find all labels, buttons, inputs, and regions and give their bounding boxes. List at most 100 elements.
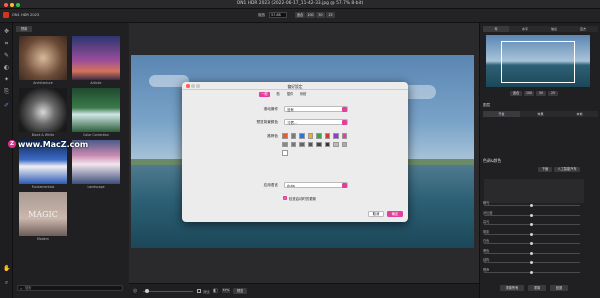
zoom-50-button[interactable]: 50: [316, 12, 325, 18]
compare-checkbox[interactable]: [197, 289, 201, 293]
color-swatch[interactable]: [341, 141, 347, 147]
zoom-25-button[interactable]: 25: [326, 12, 335, 18]
preset-search-field[interactable]: ⌕ 搜索: [17, 285, 123, 291]
color-swatch[interactable]: [299, 141, 305, 147]
ok-button[interactable]: 确定: [387, 211, 403, 217]
tab-local[interactable]: 本地: [561, 111, 598, 117]
hand-tool-icon[interactable]: ✋: [3, 265, 10, 272]
cancel-button[interactable]: 取消: [368, 211, 384, 217]
tone-curve-box[interactable]: [484, 179, 584, 203]
gradient-tool-icon[interactable]: ◐: [3, 64, 10, 71]
reset-all-button[interactable]: 重置所有: [500, 285, 524, 291]
adjustment-slider[interactable]: [484, 204, 580, 207]
slider-knob[interactable]: [530, 213, 533, 217]
language-value: Auto: [287, 184, 295, 188]
preview-bg-value: 习惯...: [287, 121, 298, 125]
split-view-icon[interactable]: ◧: [213, 288, 218, 294]
tab-plugins[interactable]: 插件: [285, 92, 295, 97]
slider-knob[interactable]: [530, 242, 533, 245]
nav-fit-button[interactable]: 适合: [510, 91, 522, 96]
nav-100-button[interactable]: 100: [524, 91, 534, 96]
preset-thumb-architecture[interactable]: [19, 36, 67, 80]
scroll-action-select[interactable]: 没有: [284, 106, 348, 112]
zoom-slider[interactable]: [143, 291, 193, 292]
tab-develop[interactable]: 开发: [483, 111, 520, 117]
tab-levels[interactable]: 水平: [512, 26, 538, 32]
tab-effects[interactable]: 效果: [522, 111, 559, 117]
color-swatch[interactable]: [290, 141, 296, 147]
language-select[interactable]: Auto: [284, 182, 348, 188]
preview-button[interactable]: 预览: [233, 288, 247, 294]
nav-50-button[interactable]: 50: [536, 91, 546, 96]
color-swatch[interactable]: [316, 133, 322, 139]
preset-thumb-artistic[interactable]: [72, 36, 120, 80]
preferences-dialog: 偏好設定 一般 档 插件 系统 滚动操作 没有 预览背景颜色 习惯... 推荐色…: [182, 82, 408, 222]
preset-thumb-black-white[interactable]: [19, 88, 67, 132]
navigator-thumbnail[interactable]: [486, 35, 590, 87]
fit-button[interactable]: 适合: [295, 12, 305, 18]
color-swatch[interactable]: [307, 141, 313, 147]
adjustment-slider[interactable]: [484, 261, 580, 264]
nav-25-button[interactable]: 25: [548, 91, 558, 96]
update-check-label: 检查启动时的更新: [289, 197, 317, 201]
zoom-slider-knob[interactable]: [145, 289, 149, 293]
view-mode-icon[interactable]: ◎: [133, 288, 137, 294]
adjustment-slider[interactable]: [484, 242, 580, 245]
tone-color-section-title: 色调&颜色: [483, 158, 502, 163]
adjustment-slider[interactable]: [484, 251, 580, 255]
color-swatch[interactable]: [341, 133, 347, 139]
slider-knob[interactable]: [530, 270, 533, 274]
color-swatch[interactable]: [290, 133, 296, 139]
auto-below-button[interactable]: 下面: [538, 167, 552, 172]
app-logo-icon: [3, 12, 9, 18]
tab-files[interactable]: 档: [274, 92, 282, 97]
slider-knob[interactable]: [530, 223, 533, 226]
color-swatch[interactable]: [282, 133, 288, 139]
tab-general[interactable]: 一般: [259, 92, 270, 97]
tab-histogram[interactable]: 直方: [570, 26, 596, 32]
clone-tool-icon[interactable]: ⎘: [3, 88, 10, 95]
thumb-magic-text: MAGIC: [28, 210, 58, 219]
color-swatch[interactable]: [324, 141, 330, 147]
eyedropper-tool-icon[interactable]: ✐: [3, 102, 10, 109]
right-panel: 导 水平 信息 直方 适合 100 50 25 图层 开发 效果 本地 色调&颜…: [479, 23, 600, 298]
color-swatch[interactable]: [333, 133, 339, 139]
color-swatch[interactable]: [324, 133, 330, 139]
color-swatch[interactable]: [282, 141, 288, 147]
slider-knob[interactable]: [530, 251, 533, 255]
slider-knob[interactable]: [530, 261, 533, 264]
preview-bg-label: 预览背景颜色: [256, 120, 278, 124]
zoom-100-button[interactable]: 100: [306, 12, 315, 18]
window-title: ON1 HDR 2023 (2022-06-17_11-42-33.jpg @ …: [236, 1, 364, 6]
color-swatch[interactable]: [299, 133, 305, 139]
zoom-tool-icon[interactable]: ⌕: [3, 279, 10, 286]
color-swatch[interactable]: [282, 150, 288, 156]
preset-label: Architecture: [33, 81, 53, 85]
color-swatch[interactable]: [307, 133, 313, 139]
adjustment-slider[interactable]: [484, 270, 580, 274]
retouch-tool-icon[interactable]: ✦: [3, 76, 10, 83]
ai-auto-button[interactable]: 人工智能汽车: [554, 167, 580, 172]
undo-button[interactable]: 回退: [550, 285, 568, 291]
update-check-checkbox[interactable]: ✓: [283, 196, 287, 200]
adjustment-slider[interactable]: [484, 232, 580, 236]
navigator-view-box[interactable]: [501, 41, 575, 83]
preview-bg-select[interactable]: 习惯...: [284, 119, 348, 125]
move-tool-icon[interactable]: ✥: [3, 28, 10, 35]
slider-knob[interactable]: [530, 204, 533, 207]
tab-info[interactable]: 信息: [541, 26, 567, 32]
tab-navigator[interactable]: 导: [483, 26, 509, 32]
tab-system[interactable]: 系统: [298, 92, 308, 97]
color-swatch[interactable]: [333, 141, 339, 147]
adjustment-slider[interactable]: [484, 213, 580, 217]
preset-thumb-color-correction[interactable]: [72, 88, 120, 132]
presets-tab[interactable]: 预置: [16, 26, 32, 32]
crop-tool-icon[interactable]: ⌗: [3, 40, 10, 47]
scroll-action-value: 没有: [287, 108, 294, 112]
slider-knob[interactable]: [530, 232, 533, 236]
brush-tool-icon[interactable]: ✎: [3, 52, 10, 59]
reset-button[interactable]: 重置: [528, 285, 546, 291]
zoom-input[interactable]: 57.68: [269, 12, 287, 18]
color-swatch[interactable]: [316, 141, 322, 147]
adjustment-slider[interactable]: [484, 223, 580, 226]
